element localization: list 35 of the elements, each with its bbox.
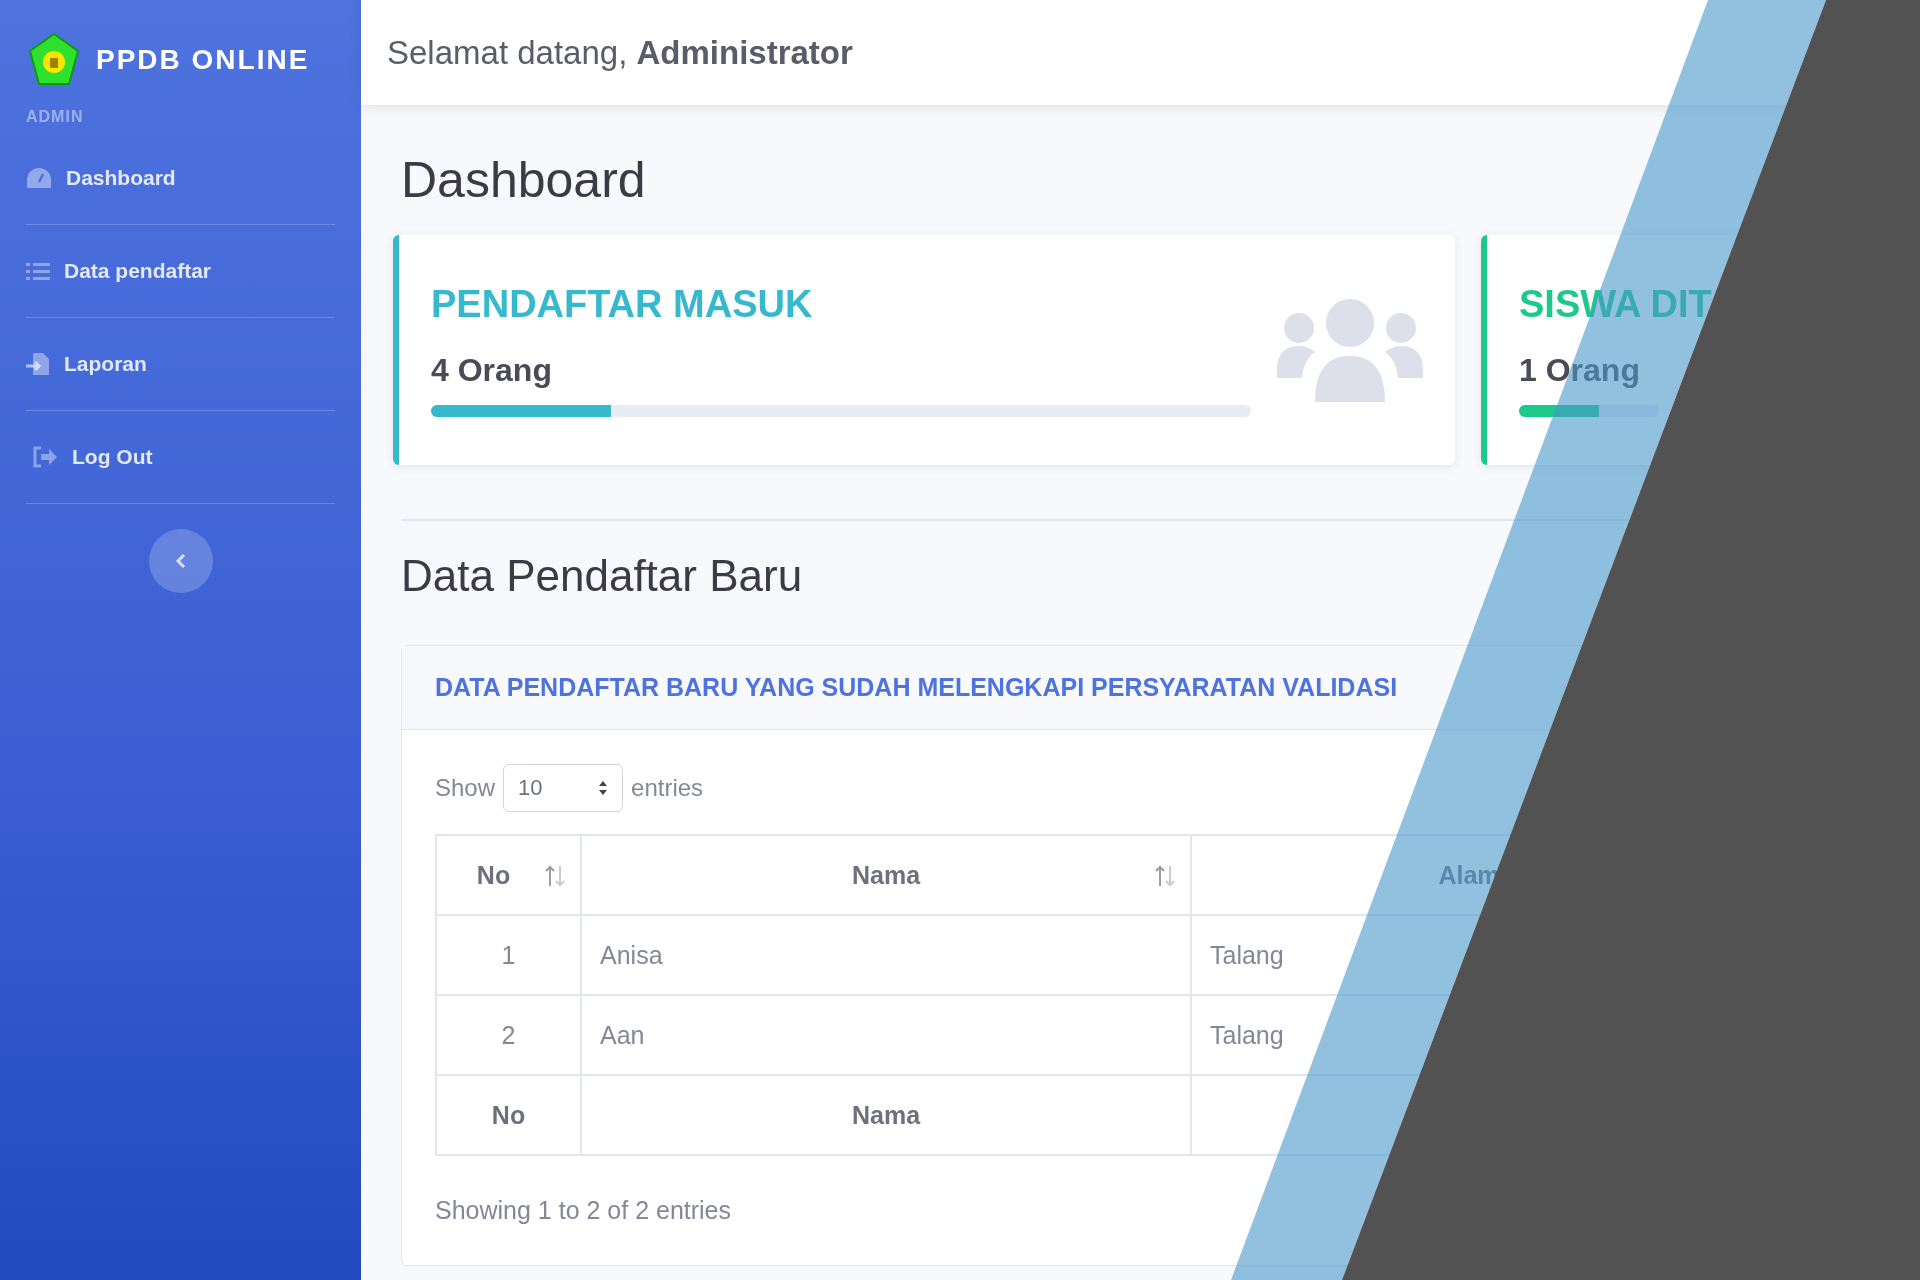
entries-select[interactable]: 10 bbox=[503, 764, 624, 812]
select-caret-icon bbox=[598, 780, 609, 796]
table-info: Showing 1 to 2 of 2 entries bbox=[435, 1196, 732, 1225]
sign-out-icon bbox=[32, 446, 58, 468]
footer-cell: No bbox=[436, 1075, 581, 1155]
sidebar-item[interactable]: Laporan bbox=[26, 318, 335, 411]
chevron-left-icon bbox=[174, 553, 187, 569]
table-cell: 2 bbox=[436, 995, 581, 1075]
section-title: Data Pendaftar Baru bbox=[401, 551, 803, 601]
gauge-icon bbox=[26, 167, 52, 189]
sidebar-item[interactable]: Data pendaftar bbox=[26, 225, 335, 318]
sort-icon[interactable] bbox=[1154, 864, 1176, 888]
section-label: ADMIN bbox=[26, 108, 84, 126]
logo-icon bbox=[26, 32, 82, 88]
table-card-title: DATA PENDAFTAR BARU YANG SUDAH MELENGKAPI PERSYARATAN VALIDASI bbox=[435, 673, 1398, 702]
sidebar-item[interactable]: Log Out bbox=[26, 411, 335, 504]
footer-cell: Nama bbox=[581, 1075, 1191, 1155]
table-cell: Aan bbox=[581, 995, 1191, 1075]
list-icon bbox=[26, 261, 50, 281]
users-icon bbox=[1277, 298, 1423, 402]
card-value: 4 Orang bbox=[431, 352, 552, 389]
entries-label: entries bbox=[631, 774, 704, 802]
welcome-text: Selamat datang, Administrator bbox=[387, 33, 853, 72]
page-title: Dashboard bbox=[401, 151, 646, 209]
file-import-icon bbox=[26, 352, 50, 376]
sort-icon[interactable] bbox=[544, 864, 566, 888]
card-title: SISWA DIT bbox=[1519, 283, 1712, 326]
table-cell: 1 bbox=[436, 915, 581, 995]
brand-title: PPDB ONLINE bbox=[96, 44, 310, 76]
sidebar-item[interactable]: Dashboard bbox=[26, 132, 335, 225]
column-header[interactable]: Nama bbox=[581, 835, 1191, 915]
card-title: PENDAFTAR MASUK bbox=[431, 283, 813, 326]
column-header[interactable]: No bbox=[436, 835, 581, 915]
table-cell: Anisa bbox=[581, 915, 1191, 995]
show-label: Show bbox=[435, 774, 496, 802]
